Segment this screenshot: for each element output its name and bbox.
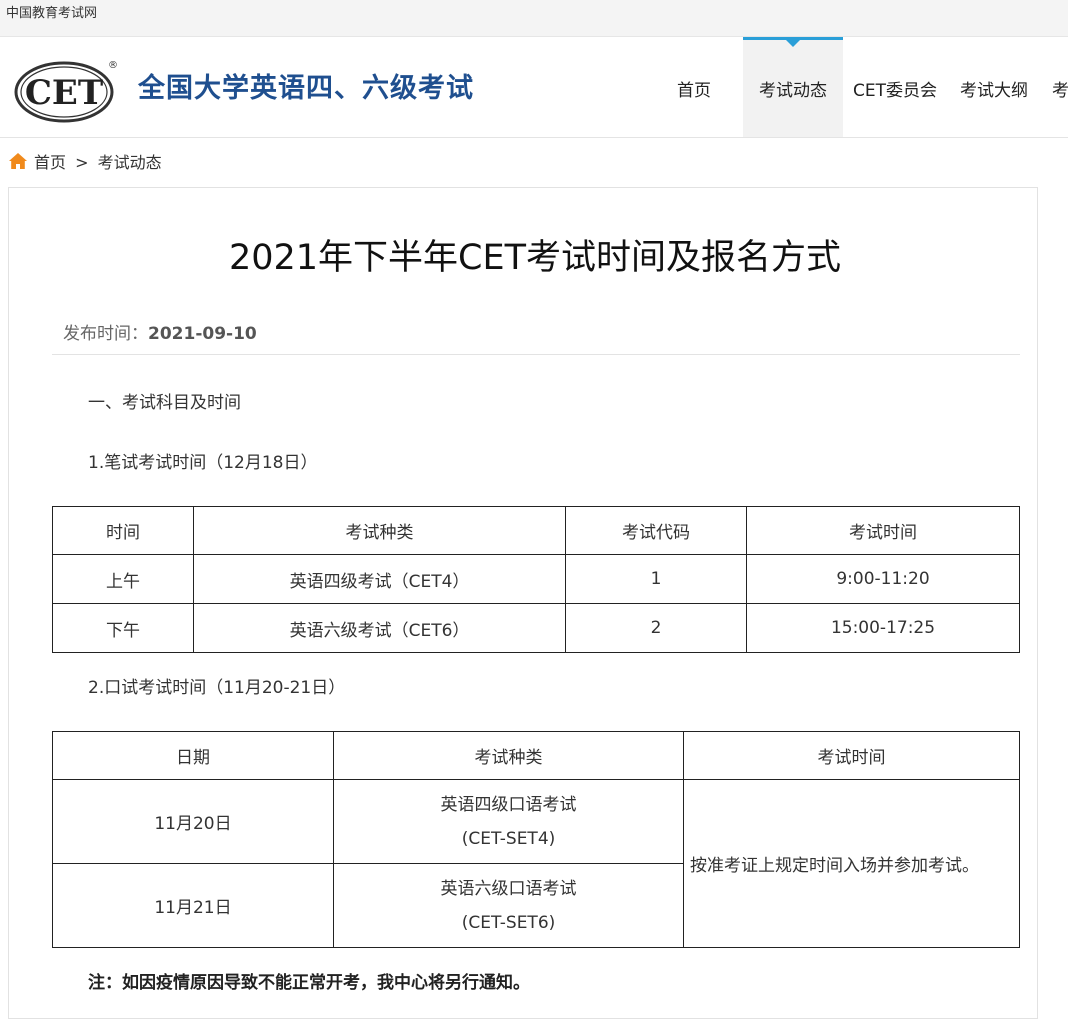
table-header-cell: 考试时间 — [746, 506, 1020, 555]
publish-date: 2021-09-10 — [148, 324, 257, 344]
breadcrumb-home[interactable]: 首页 — [34, 153, 66, 172]
table-header-row: 日期 考试种类 考试时间 — [52, 731, 1020, 780]
nav-item-syllabus[interactable]: 考试大纲 — [954, 37, 1034, 137]
registered-mark: ® — [108, 60, 118, 71]
oral-exam-heading: 2.口试考试时间（11月20-21日） — [88, 678, 346, 698]
written-exam-table: 时间 考试种类 考试代码 考试时间 上午 英语四级考试（CET4） 1 9:00… — [52, 506, 1020, 653]
table-header-cell: 考试种类 — [193, 506, 566, 555]
main-nav: 首页 考试动态 CET委员会 考试大纲 考 — [644, 37, 1068, 137]
table-cell: 下午 — [52, 603, 194, 653]
nav-item-label: 考试动态 — [759, 81, 827, 101]
table-cell: 1 — [565, 554, 747, 604]
nav-item-committee[interactable]: CET委员会 — [848, 37, 942, 137]
table-cell: 2 — [565, 603, 747, 653]
publish-label: 发布时间： — [63, 324, 148, 344]
table-cell: 15:00-17:25 — [746, 603, 1020, 653]
exam-code-line: (CET-SET4) — [461, 828, 556, 849]
table-header-cell: 时间 — [52, 506, 194, 555]
table-row: 上午 英语四级考试（CET4） 1 9:00-11:20 — [52, 554, 1020, 604]
table-header-row: 时间 考试种类 考试代码 考试时间 — [52, 506, 1020, 555]
written-exam-heading: 1.笔试考试时间（12月18日） — [88, 453, 318, 473]
breadcrumb-current[interactable]: 考试动态 — [98, 153, 162, 172]
oral-time-note: 按准考证上规定时间入场并参加考试。 — [683, 779, 1020, 948]
table-cell: 11月20日 — [52, 779, 334, 864]
brand-title[interactable]: 全国大学英语四、六级考试 — [138, 73, 474, 105]
nav-item-exam-news[interactable]: 考试动态 — [743, 37, 843, 137]
table-row: 11月20日 英语四级口语考试 (CET-SET4) 按准考证上规定时间入场并参… — [52, 779, 1020, 948]
cet-logo[interactable]: CET ® — [14, 57, 118, 123]
breadcrumb-separator: > — [75, 153, 89, 172]
home-icon — [9, 153, 27, 169]
table-cell: 英语四级口语考试 (CET-SET4) — [333, 779, 684, 864]
article-card: 2021年下半年CET考试时间及报名方式 发布时间：2021-09-10 一、考… — [8, 187, 1038, 1019]
site-header: CET ® 全国大学英语四、六级考试 首页 考试动态 CET委员会 考试大纲 考 — [0, 37, 1068, 138]
section-heading: 一、考试科目及时间 — [88, 393, 241, 413]
divider — [52, 354, 1020, 355]
table-header-cell: 考试种类 — [333, 731, 684, 780]
exam-code-line: (CET-SET6) — [461, 912, 556, 933]
nav-item-more[interactable]: 考 — [1052, 37, 1068, 137]
logo-text: CET — [25, 73, 103, 113]
site-name[interactable]: 中国教育考试网 — [6, 6, 97, 22]
table-header-cell: 考试时间 — [683, 731, 1020, 780]
active-caret-icon — [786, 40, 800, 47]
top-strip: 中国教育考试网 — [0, 0, 1068, 37]
article-title: 2021年下半年CET考试时间及报名方式 — [228, 238, 841, 278]
table-cell: 英语四级考试（CET4） — [193, 554, 566, 604]
table-cell: 上午 — [52, 554, 194, 604]
table-cell: 9:00-11:20 — [746, 554, 1020, 604]
breadcrumb: 首页 > 考试动态 — [8, 150, 162, 176]
table-header-cell: 考试代码 — [565, 506, 747, 555]
table-cell: 英语六级口语考试 (CET-SET6) — [333, 863, 684, 948]
table-row: 下午 英语六级考试（CET6） 2 15:00-17:25 — [52, 603, 1020, 653]
publish-info: 发布时间：2021-09-10 — [63, 322, 257, 346]
exam-type-line: 英语四级口语考试 — [440, 794, 577, 815]
table-cell: 11月21日 — [52, 863, 334, 948]
table-cell: 英语六级考试（CET6） — [193, 603, 566, 653]
nav-item-home[interactable]: 首页 — [656, 37, 732, 137]
oral-exam-table: 日期 考试种类 考试时间 11月20日 英语四级口语考试 (CET-SET4) … — [52, 731, 1020, 948]
exam-type-line: 英语六级口语考试 — [440, 878, 577, 899]
table-header-cell: 日期 — [52, 731, 334, 780]
epidemic-notice: 注：如因疫情原因导致不能正常开考，我中心将另行通知。 — [88, 973, 530, 993]
